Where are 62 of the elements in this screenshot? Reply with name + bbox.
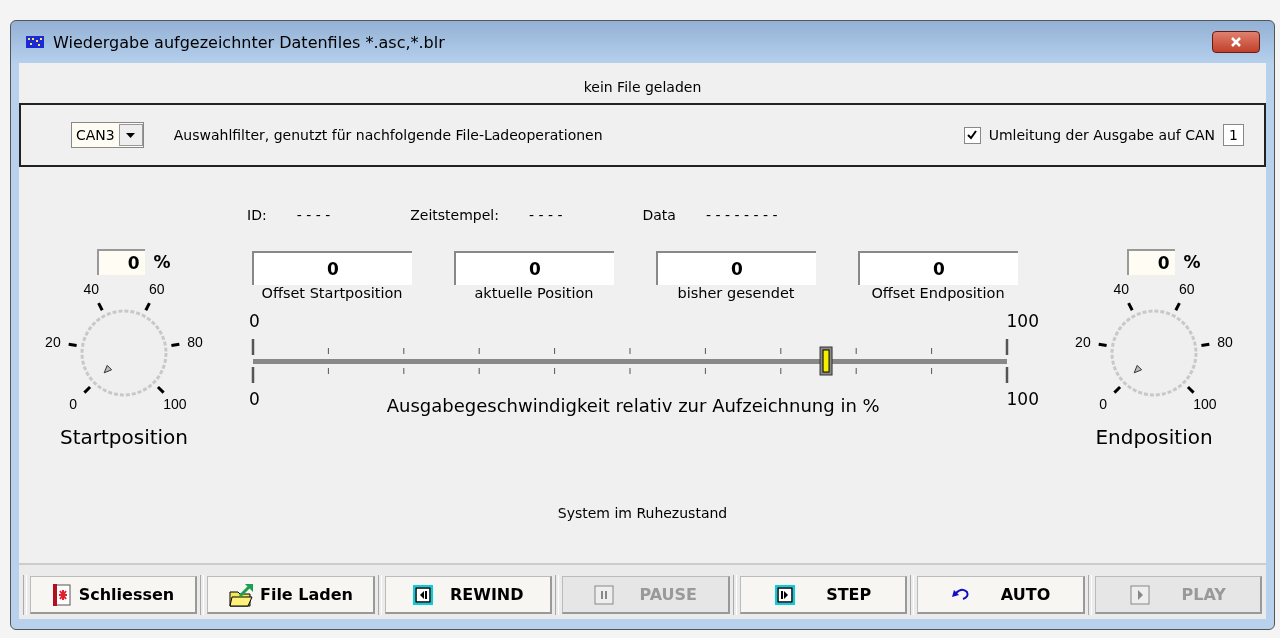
- slider-thumb[interactable]: [819, 346, 833, 376]
- step-icon: [774, 584, 795, 605]
- can-number-field[interactable]: 1: [1223, 124, 1244, 146]
- message-label: Data: [642, 207, 676, 223]
- message-value: - - - -: [296, 207, 331, 223]
- redirect-checkbox[interactable]: [963, 126, 981, 144]
- knob-scale-label: 40: [83, 281, 100, 297]
- knob-label: Startposition: [59, 425, 189, 449]
- toolbar-button[interactable]: File Laden: [207, 576, 375, 614]
- toolbar-button[interactable]: AUTO: [917, 576, 1085, 614]
- file-status: kein File geladen: [582, 78, 703, 97]
- close-icon: [1230, 37, 1242, 47]
- knob-scale-label: 80: [187, 333, 203, 350]
- message-value: - - - -: [528, 207, 563, 223]
- counter-field[interactable]: 0: [858, 251, 1018, 285]
- counter-field[interactable]: 0: [252, 251, 412, 285]
- caret-icon: [126, 132, 136, 138]
- knob-scale-label: 0: [69, 395, 77, 412]
- percent-field[interactable]: 0: [1127, 249, 1176, 275]
- knob-scale-label: 20: [1075, 333, 1091, 350]
- knob-label: Endposition: [1095, 425, 1213, 449]
- counter-label: aktuelle Position: [474, 285, 594, 301]
- scale-label: 0: [249, 311, 260, 331]
- knob-scale-label: 20: [45, 333, 61, 350]
- system-status: System im Ruhezustand: [556, 505, 729, 523]
- message-label: Zeitstempel:: [410, 207, 499, 223]
- toolbar-button[interactable]: STEP: [739, 576, 908, 614]
- knob-pointer-icon: [103, 364, 113, 374]
- knob-scale-label: 100: [1193, 395, 1217, 412]
- redirect-label: Umleitung der Ausgabe auf CAN: [988, 127, 1216, 143]
- percent-unit: %: [1183, 252, 1201, 272]
- document-icon: [52, 582, 73, 607]
- scale-label: 100: [1006, 311, 1039, 331]
- counter-label: Offset Endposition: [871, 285, 1005, 301]
- knob-scale-label: 100: [163, 395, 187, 412]
- close-button[interactable]: [1212, 31, 1260, 53]
- pause-icon: [593, 584, 614, 605]
- rewind-icon: [412, 584, 433, 605]
- knob-scale-label: 60: [148, 281, 165, 297]
- knob-scale-label: 60: [1178, 281, 1195, 297]
- counter-field[interactable]: 0: [454, 251, 614, 285]
- knob-scale-label: 80: [1217, 333, 1233, 350]
- scale-label: 0: [249, 389, 260, 409]
- counter-field[interactable]: 0: [656, 251, 816, 285]
- scale-label: 100: [1006, 389, 1039, 409]
- knob-scale-label: 0: [1099, 395, 1107, 412]
- percent-unit: %: [153, 252, 171, 272]
- filter-description: Auswahlfilter, genutzt für nachfolgende File-Ladeoperationen: [173, 127, 603, 143]
- app-icon: [25, 34, 45, 50]
- knob-scale-label: 40: [1113, 281, 1130, 297]
- slider-caption: Ausgabegeschwindigkeit relativ zur Aufzeichnung in %: [386, 395, 880, 416]
- play-icon: [1129, 584, 1150, 605]
- message-value: - - - - - - - -: [705, 207, 778, 223]
- toolbar-button[interactable]: REWIND: [384, 576, 553, 614]
- counter-label: Offset Startposition: [261, 285, 403, 301]
- window-title: Wiedergabe aufgezeichnter Datenfiles *.asc,*.blr: [53, 32, 445, 52]
- knob-pointer-icon: [1133, 364, 1143, 374]
- channel-dropdown[interactable]: CAN3: [71, 122, 144, 148]
- toolbar-button[interactable]: Schliessen: [30, 576, 198, 614]
- counter-label: bisher gesendet: [677, 285, 795, 301]
- message-label: ID:: [247, 207, 267, 223]
- percent-field[interactable]: 0: [97, 249, 146, 275]
